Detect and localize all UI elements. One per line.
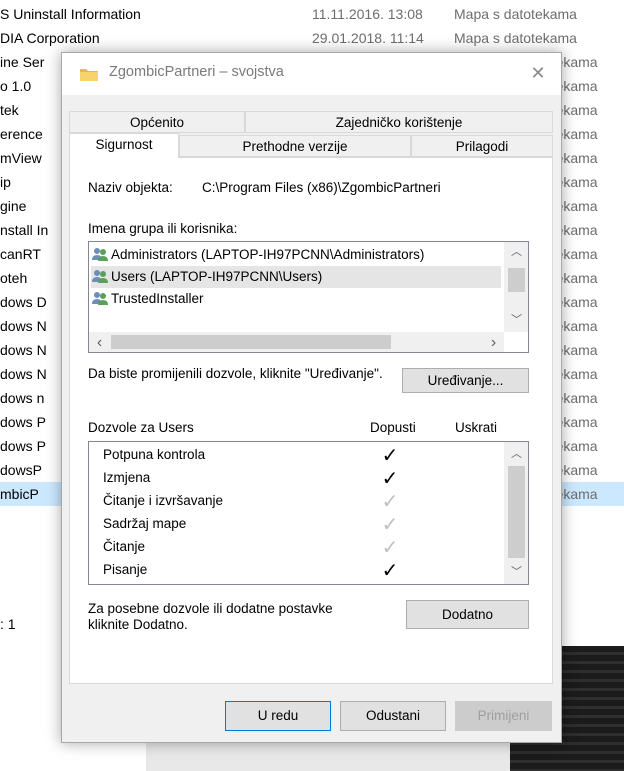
group-list-item[interactable]: Administrators (LAPTOP-IH97PCNN\Administ… [91, 244, 501, 266]
close-button[interactable]: ✕ [515, 53, 561, 95]
users-icon [92, 248, 108, 261]
scroll-up-icon[interactable]: ︿ [508, 446, 525, 463]
allow-check-icon: ✓ [381, 514, 399, 536]
groups-horizontal-scrollbar[interactable]: ‹ › [89, 332, 504, 352]
edit-button[interactable]: Uređivanje... [402, 368, 529, 393]
explorer-row[interactable]: S Uninstall Information 11.11.2016. 13:08… [0, 2, 624, 26]
group-list-item[interactable]: Users (LAPTOP-IH97PCNN\Users) [91, 266, 501, 288]
permission-name: Čitanje i izvršavanje [103, 493, 224, 508]
scroll-down-icon[interactable]: ﹀ [508, 564, 525, 581]
properties-dialog: ZgombicPartneri – svojstva ✕ Općenito Za… [61, 52, 562, 743]
explorer-row-date: 11.11.2016. 13:08 [312, 6, 423, 22]
allow-check-icon: ✓ [381, 445, 399, 467]
explorer-row[interactable]: DIA Corporation 29.01.2018. 11:14 Mapa s d… [0, 26, 624, 50]
explorer-row-name: S Uninstall Information [0, 6, 141, 22]
permissions-listbox[interactable]: Potpuna kontrola ✓ Izmjena ✓ Čitanje i izvrš… [88, 441, 529, 585]
cancel-button[interactable]: Odustani [340, 701, 446, 731]
permission-name: Pisanje [103, 562, 148, 577]
horizontal-scroll-thumb[interactable] [111, 335, 391, 349]
permission-row: Čitanje i izvršavanje ✓ [91, 490, 501, 513]
tab-sigurnost[interactable]: Sigurnost [69, 133, 179, 158]
scroll-up-icon[interactable]: ︿ [508, 244, 525, 261]
scroll-thumb[interactable] [508, 268, 525, 292]
allow-check-icon: ✓ [381, 468, 399, 490]
permission-name: Potpuna kontrola [103, 447, 206, 462]
close-icon: ✕ [530, 63, 546, 83]
tab-zajednicko-koristenje[interactable]: Zajedničko korištenje [245, 111, 553, 133]
security-tab-panel: Naziv objekta: C:\Program Files (x86)\Zg… [69, 157, 553, 684]
object-path: C:\Program Files (x86)\ZgombicPartneri [202, 180, 441, 195]
explorer-row-name: DIA Corporation [0, 30, 100, 46]
deny-column-header: Uskrati [455, 420, 498, 435]
groups-vertical-scrollbar[interactable]: ︿ ﹀ [504, 242, 528, 332]
scroll-right-icon[interactable]: › [485, 334, 502, 351]
background-taskbar-area [146, 742, 510, 771]
scroll-left-icon[interactable]: ‹ [91, 334, 108, 351]
permission-name: Sadržaj mape [103, 516, 187, 531]
permission-name: Čitanje [103, 539, 146, 554]
scroll-thumb[interactable] [508, 466, 525, 558]
permission-row: Pisanje ✓ [91, 559, 501, 582]
groups-listbox[interactable]: Administrators (LAPTOP-IH97PCNN\Administ… [88, 241, 529, 353]
groups-label: Imena grupa ili korisnika: [88, 221, 238, 236]
advanced-button[interactable]: Dodatno [406, 600, 529, 629]
group-name: Administrators (LAPTOP-IH97PCNN\Administ… [111, 247, 425, 262]
permission-name: Izmjena [103, 470, 151, 485]
permissions-header: Dozvole za Users [88, 420, 194, 435]
group-name: Users (LAPTOP-IH97PCNN\Users) [111, 269, 323, 284]
object-name-label: Naziv objekta: [88, 180, 173, 195]
allow-column-header: Dopusti [370, 420, 416, 435]
explorer-row-type: Mapa s datotekama [454, 30, 577, 46]
dialog-title: ZgombicPartneri – svojstva [109, 64, 284, 80]
allow-check-icon: ✓ [381, 560, 399, 582]
tab-opcenito[interactable]: Općenito [69, 111, 245, 133]
apply-button[interactable]: Primijeni [455, 701, 552, 731]
tab-prilagodi[interactable]: Prilagodi [411, 135, 553, 157]
tab-prethodne-verzije[interactable]: Prethodne verzije [179, 135, 411, 157]
allow-check-icon: ✓ [381, 491, 399, 513]
folder-icon [80, 69, 98, 81]
explorer-status-bar: : 1 [0, 616, 16, 632]
allow-check-icon: ✓ [381, 537, 399, 559]
users-icon [92, 270, 108, 283]
advanced-hint: Za posebne dozvole ili dodatne postavke … [88, 601, 333, 632]
group-name: TrustedInstaller [111, 291, 204, 306]
permission-row: Čitanje ✓ [91, 536, 501, 559]
permissions-vertical-scrollbar[interactable]: ︿ ﹀ [504, 442, 528, 584]
permission-row: Izmjena ✓ [91, 467, 501, 490]
edit-hint: Da biste promijenili dozvole, kliknite "… [88, 366, 383, 381]
ok-button[interactable]: U redu [225, 701, 331, 731]
group-list-item[interactable]: TrustedInstaller [91, 288, 501, 310]
dialog-titlebar[interactable]: ZgombicPartneri – svojstva ✕ [62, 53, 561, 95]
permission-row: Sadržaj mape ✓ [91, 513, 501, 536]
scroll-down-icon[interactable]: ﹀ [508, 312, 525, 329]
explorer-row-date: 29.01.2018. 11:14 [312, 30, 424, 46]
explorer-row-type: Mapa s datotekama [454, 6, 577, 22]
permission-row: Potpuna kontrola ✓ [91, 444, 501, 467]
users-icon [92, 292, 108, 305]
